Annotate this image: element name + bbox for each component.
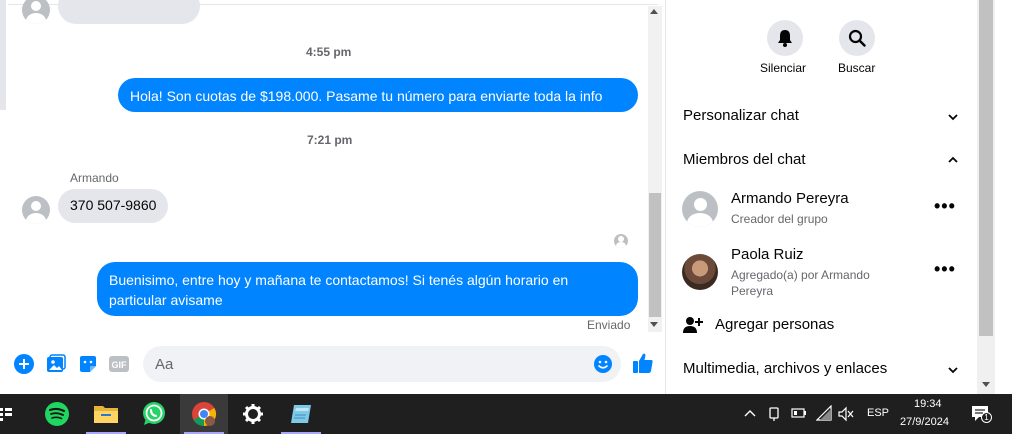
avatar [682,254,718,290]
seen-avatar [614,234,628,248]
message-bubble-outgoing[interactable]: Hola! Son cuotas de $198.000. Pasame tu … [118,78,638,112]
search-label: Buscar [838,61,876,75]
chat-info-panel: Silenciar Buscar Personalizar chat Miemb… [666,0,977,394]
input-language[interactable]: ESP [867,407,889,419]
chevron-down-icon [948,367,958,374]
gear-icon [243,404,263,424]
member-role: Creador del grupo [731,212,828,226]
scroll-up-arrow[interactable] [650,9,658,14]
taskbar: ESP 19:34 27/9/2024 1 [0,394,1012,434]
scroll-down-arrow[interactable] [650,322,658,327]
emoji-icon[interactable] [592,353,614,375]
whatsapp-icon [143,402,165,425]
whatsapp-app[interactable] [130,394,178,434]
mute-label: Silenciar [760,61,807,75]
notes-app[interactable] [277,394,325,434]
svg-text:GIF: GIF [112,360,128,370]
customize-chat-title: Personalizar chat [683,107,799,124]
chevron-down-icon [948,114,958,121]
message-input[interactable]: Aa [143,346,621,382]
message-timestamp: 4:55 pm [306,45,352,59]
chat-scrollbar-thumb[interactable] [649,193,661,317]
meet-now-icon[interactable] [767,406,781,422]
page-scrollbar-thumb[interactable] [979,0,993,336]
spotify-icon [45,402,69,426]
media-files-links-title: Multimedia, archivos y enlaces [683,360,888,377]
notification-count-badge: 1 [981,412,992,423]
member-name: Armando Pereyra [731,190,849,207]
avatar [682,191,718,227]
message-bubble-partial[interactable] [58,0,200,24]
chat-members-title: Miembros del chat [683,151,806,168]
gif-icon[interactable]: GIF [108,353,130,375]
settings-app[interactable] [229,394,277,434]
volume-muted-icon[interactable] [838,406,854,422]
search-icon [848,29,866,47]
spotify-app[interactable] [33,394,81,434]
chrome-app[interactable] [180,394,228,434]
clock-date[interactable]: 27/9/2024 [900,416,949,428]
notifications-button[interactable]: 1 [971,405,992,423]
mute-button[interactable] [767,20,803,56]
chrome-icon [192,402,217,426]
message-status: Enviado [587,318,631,332]
chevron-up-icon[interactable] [744,409,756,417]
more-options-icon[interactable]: ••• [934,259,956,280]
message-bubble-incoming[interactable]: 370 507-9860 [58,189,169,223]
more-options-icon[interactable]: ••• [934,196,956,217]
member-added-by: Agregado(a) por Armando Pereyra [731,268,870,298]
battery-icon[interactable] [791,408,807,418]
like-thumb-icon[interactable] [631,351,655,375]
scroll-down-arrow[interactable] [982,382,990,387]
right-gap [995,0,1012,394]
clock-time[interactable]: 19:34 [914,398,942,410]
chat-pane: 4:55 pm Hola! Son cuotas de $198.000. Pa… [0,0,665,394]
folder-icon [94,406,118,423]
sender-name: Armando [70,171,119,185]
task-view-icon[interactable] [0,407,12,421]
sticker-icon[interactable] [77,353,99,375]
avatar[interactable] [22,0,50,24]
file-explorer-app[interactable] [82,394,130,434]
message-timestamp: 7:21 pm [307,133,353,147]
bell-icon [778,30,792,47]
photo-icon[interactable] [45,353,67,375]
search-button[interactable] [839,20,875,56]
left-edge [0,0,6,110]
chevron-up-icon [948,156,958,163]
message-input-placeholder: Aa [155,356,174,373]
notes-icon [291,405,311,423]
add-people-label: Agregar personas [715,316,835,333]
wifi-icon[interactable] [816,405,832,421]
message-bubble-outgoing[interactable]: Buenisimo, entre hoy y mañana te contact… [97,262,638,316]
avatar[interactable] [22,196,50,224]
plus-circle-icon[interactable] [13,353,35,375]
member-name: Paola Ruiz [731,246,804,263]
add-person-icon [683,317,703,333]
